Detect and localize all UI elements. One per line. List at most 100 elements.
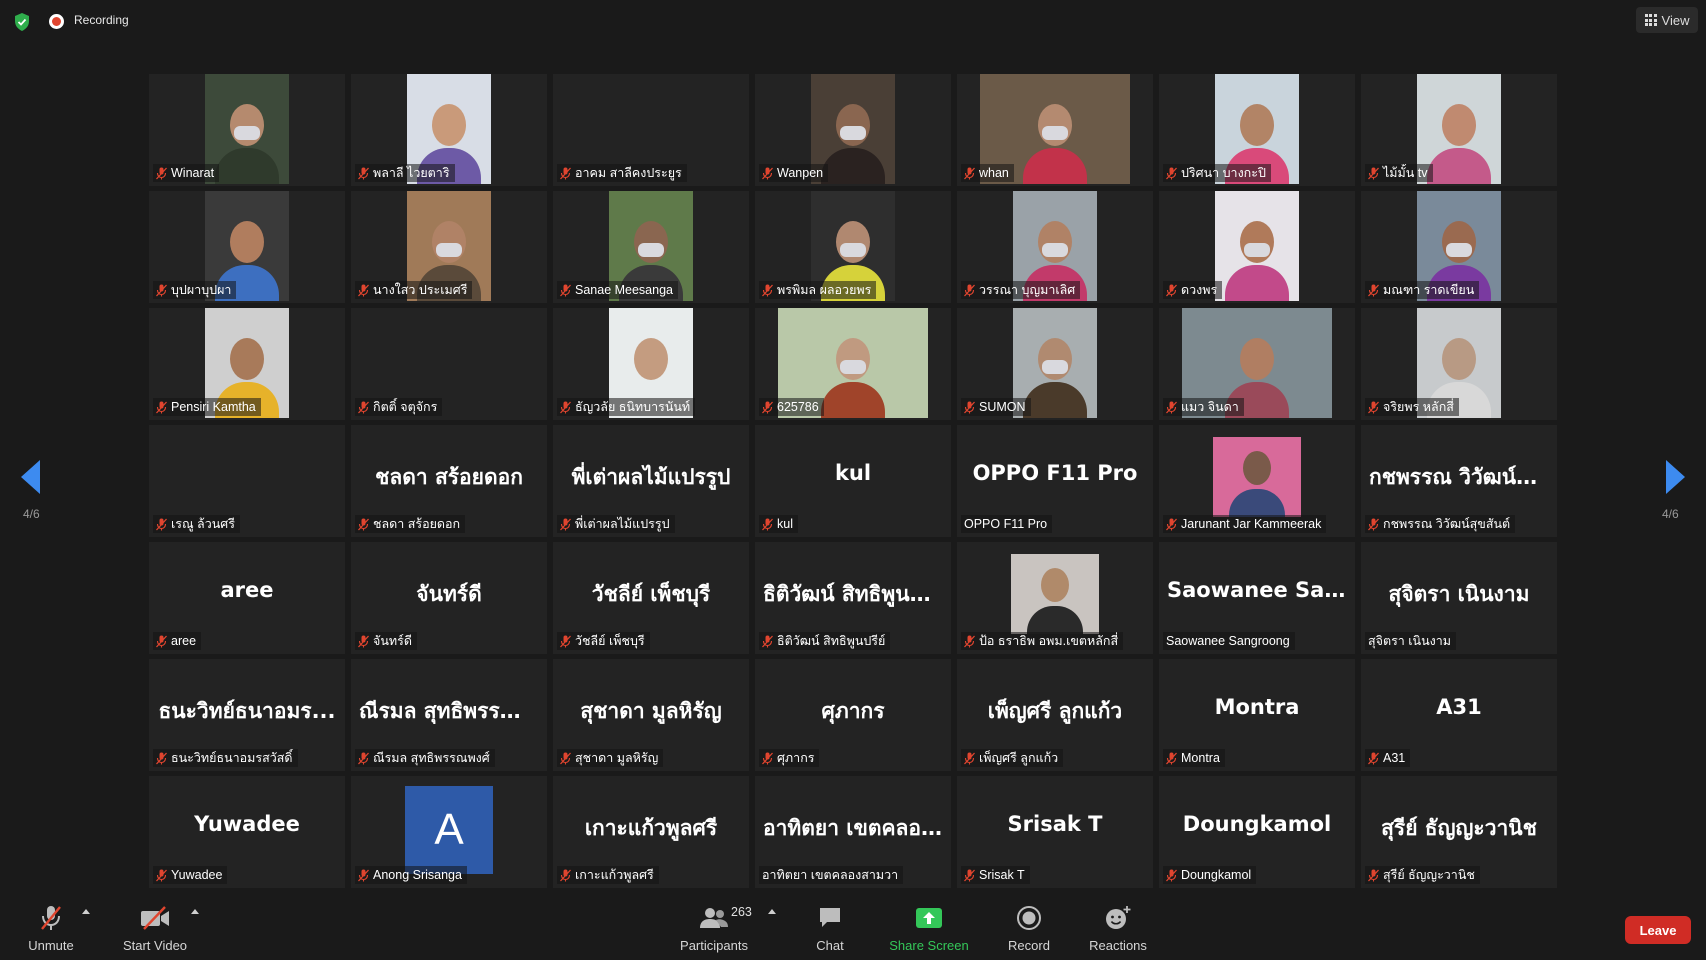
participant-tile[interactable]: aree aree (149, 542, 345, 654)
participant-name-label: สุจิตรา เนินงาม (1365, 632, 1457, 650)
participant-tile[interactable]: อาคม สาลีคงประยูร (553, 74, 749, 186)
participant-name-label: Srisak T (961, 866, 1030, 884)
participant-tile[interactable]: A Anong Srisanga (351, 776, 547, 888)
participant-tile[interactable]: Winarat (149, 74, 345, 186)
reactions-button[interactable]: Reactions (1087, 893, 1149, 953)
top-bar: Recording View (0, 0, 1706, 44)
participant-name-label: กชพรรณ วิวัฒน์สุขสันต์ (1365, 515, 1516, 533)
participant-tile[interactable]: เกาะแก้วพูลศรี เกาะแก้วพูลศรี (553, 776, 749, 888)
muted-mic-icon (1368, 284, 1379, 297)
muted-mic-icon (964, 869, 975, 882)
participant-tile[interactable]: A31 A31 (1361, 659, 1557, 771)
participant-tile[interactable]: สุชาดา มูลหิรัญ สุชาดา มูลหิรัญ (553, 659, 749, 771)
participant-name: เรณู ล้วนศรี (171, 517, 235, 531)
display-name: พี่เต่าผลไม้แปรรูป (571, 465, 731, 489)
display-name: ธิติวัฒน์ สิทธิพูนป... (763, 582, 947, 606)
display-name: OPPO F11 Pro (972, 461, 1138, 485)
participant-tile[interactable]: ดวงพร (1159, 191, 1355, 303)
participant-tile[interactable]: เรณู ล้วนศรี (149, 425, 345, 537)
participant-tile[interactable]: ปริศนา บางกะปิ (1159, 74, 1355, 186)
leave-button[interactable]: Leave (1625, 916, 1691, 944)
participant-tile[interactable]: สุรีย์ ธัญญะวานิช สุรีย์ ธัญญะวานิช (1361, 776, 1557, 888)
participant-name: Jarunant Jar Kammeerak (1181, 517, 1322, 531)
chat-button[interactable]: Chat (810, 893, 850, 953)
previous-page-arrow-icon[interactable] (21, 460, 40, 494)
participant-tile[interactable]: วัชลีย์ เพ็ชบุรี วัชลีย์ เพ็ชบุรี (553, 542, 749, 654)
participant-name: Sanae Meesanga (575, 283, 673, 297)
participant-name-label: Jarunant Jar Kammeerak (1163, 515, 1327, 533)
muted-mic-icon (156, 401, 167, 414)
participant-tile[interactable]: ป้อ ธราธิพ อพม.เขตหลักสี่ (957, 542, 1153, 654)
participant-tile[interactable]: อาทิตยา เขตคลอง... อาทิตยา เขตคลองสามวา (755, 776, 951, 888)
participant-tile[interactable]: Yuwadee Yuwadee (149, 776, 345, 888)
participant-tile[interactable]: OPPO F11 Pro OPPO F11 Pro (957, 425, 1153, 537)
participant-tile[interactable]: แมว จินดา (1159, 308, 1355, 420)
participants-count: 263 (731, 905, 752, 919)
participant-tile[interactable]: Wanpen (755, 74, 951, 186)
participant-tile[interactable]: Pensiri Kamtha (149, 308, 345, 420)
participant-tile[interactable]: Doungkamol Doungkamol (1159, 776, 1355, 888)
muted-mic-icon (156, 284, 167, 297)
participant-tile[interactable]: kul kul (755, 425, 951, 537)
muted-mic-icon (1368, 518, 1379, 531)
participant-tile[interactable]: จริยพร หลักสี่ (1361, 308, 1557, 420)
participant-tile[interactable]: Saowanee Sang... Saowanee Sangroong (1159, 542, 1355, 654)
participant-tile[interactable]: บุปผาบุปผา (149, 191, 345, 303)
participant-tile[interactable]: กิตติ์ จตุจักร (351, 308, 547, 420)
participant-name-label: สุชาดา มูลหิรัญ (557, 749, 664, 767)
participant-name-label: วรรณา บุญมาเลิศ (961, 281, 1081, 299)
participant-tile[interactable]: ชลดา สร้อยดอก ชลดา สร้อยดอก (351, 425, 547, 537)
participant-tile[interactable]: ณีรมล สุทธิพรรณ... ณีรมล สุทธิพรรณพงศ์ (351, 659, 547, 771)
participant-tile[interactable]: ธิติวัฒน์ สิทธิพูนป... ธิติวัฒน์ สิทธิพูน… (755, 542, 951, 654)
participant-name-label: aree (153, 632, 202, 650)
video-options-caret-icon[interactable] (191, 909, 199, 914)
view-label: View (1661, 12, 1690, 28)
participant-tile[interactable]: ศุภากร ศุภากร (755, 659, 951, 771)
share-screen-button[interactable]: Share Screen (888, 893, 970, 953)
participant-tile[interactable]: ไม้มั้น tv (1361, 74, 1557, 186)
participant-name-label: SUMON (961, 398, 1031, 416)
participant-tile[interactable]: สุจิตรา เนินงาม สุจิตรา เนินงาม (1361, 542, 1557, 654)
meeting-toolbar: Unmute Start Video Participants 263 Chat… (0, 893, 1706, 960)
participant-tile[interactable]: Srisak T Srisak T (957, 776, 1153, 888)
participant-name-label: นางใสว ประเมศรี (355, 281, 473, 299)
participant-tile[interactable]: พรพิมล ผลอวยพร (755, 191, 951, 303)
participant-tile[interactable]: พี่เต่าผลไม้แปรรูป พี่เต่าผลไม้แปรรูป (553, 425, 749, 537)
shield-icon[interactable] (12, 12, 32, 32)
start-video-button[interactable]: Start Video (118, 893, 192, 953)
participant-tile[interactable]: มณฑา ราดเขียน (1361, 191, 1557, 303)
participant-name-label: มณฑา ราดเขียน (1365, 281, 1480, 299)
participant-tile[interactable]: นางใสว ประเมศรี (351, 191, 547, 303)
participant-tile[interactable]: ธนะวิทย์ธนาอมร... ธนะวิทย์ธนาอมรสวัสดิ์ (149, 659, 345, 771)
participant-tile[interactable]: Sanae Meesanga (553, 191, 749, 303)
participant-tile[interactable]: Jarunant Jar Kammeerak (1159, 425, 1355, 537)
participant-name-label: อาทิตยา เขตคลองสามวา (759, 866, 904, 884)
participant-tile[interactable]: 625786 (755, 308, 951, 420)
record-icon (1016, 903, 1042, 933)
muted-mic-icon (762, 518, 773, 531)
participant-tile[interactable]: วรรณา บุญมาเลิศ (957, 191, 1153, 303)
participant-name: whan (979, 166, 1009, 180)
display-name: อาทิตยา เขตคลอง... (763, 816, 951, 840)
participant-tile[interactable]: พลาลี ไวยตาริ (351, 74, 547, 186)
unmute-button[interactable]: Unmute (22, 893, 80, 953)
participant-tile[interactable]: จันทร์ดี จันทร์ดี (351, 542, 547, 654)
participant-name-label: เกาะแก้วพูลศรี (557, 866, 659, 884)
next-page-arrow-icon[interactable] (1666, 460, 1685, 494)
muted-mic-icon (560, 401, 571, 414)
participant-name: อาคม สาลีคงประยูร (575, 166, 682, 180)
audio-options-caret-icon[interactable] (82, 909, 90, 914)
display-name: เพ็ญศรี ลูกแก้ว (987, 699, 1123, 723)
participants-options-caret-icon[interactable] (768, 909, 776, 914)
participant-tile[interactable]: SUMON (957, 308, 1153, 420)
participant-tile[interactable]: Montra Montra (1159, 659, 1355, 771)
profile-picture (1011, 554, 1099, 634)
participant-tile[interactable]: กชพรรณ วิวัฒน์สุ... กชพรรณ วิวัฒน์สุขสันต… (1361, 425, 1557, 537)
participant-tile[interactable]: ธัญวลัย ธนิทบารนันท์ (553, 308, 749, 420)
participant-name-label: บุปผาบุปผา (153, 281, 237, 299)
participants-button[interactable]: Participants (672, 893, 756, 953)
participant-tile[interactable]: whan (957, 74, 1153, 186)
view-button[interactable]: View (1636, 7, 1698, 33)
record-button[interactable]: Record (1006, 893, 1052, 953)
participant-tile[interactable]: เพ็ญศรี ลูกแก้ว เพ็ญศรี ลูกแก้ว (957, 659, 1153, 771)
